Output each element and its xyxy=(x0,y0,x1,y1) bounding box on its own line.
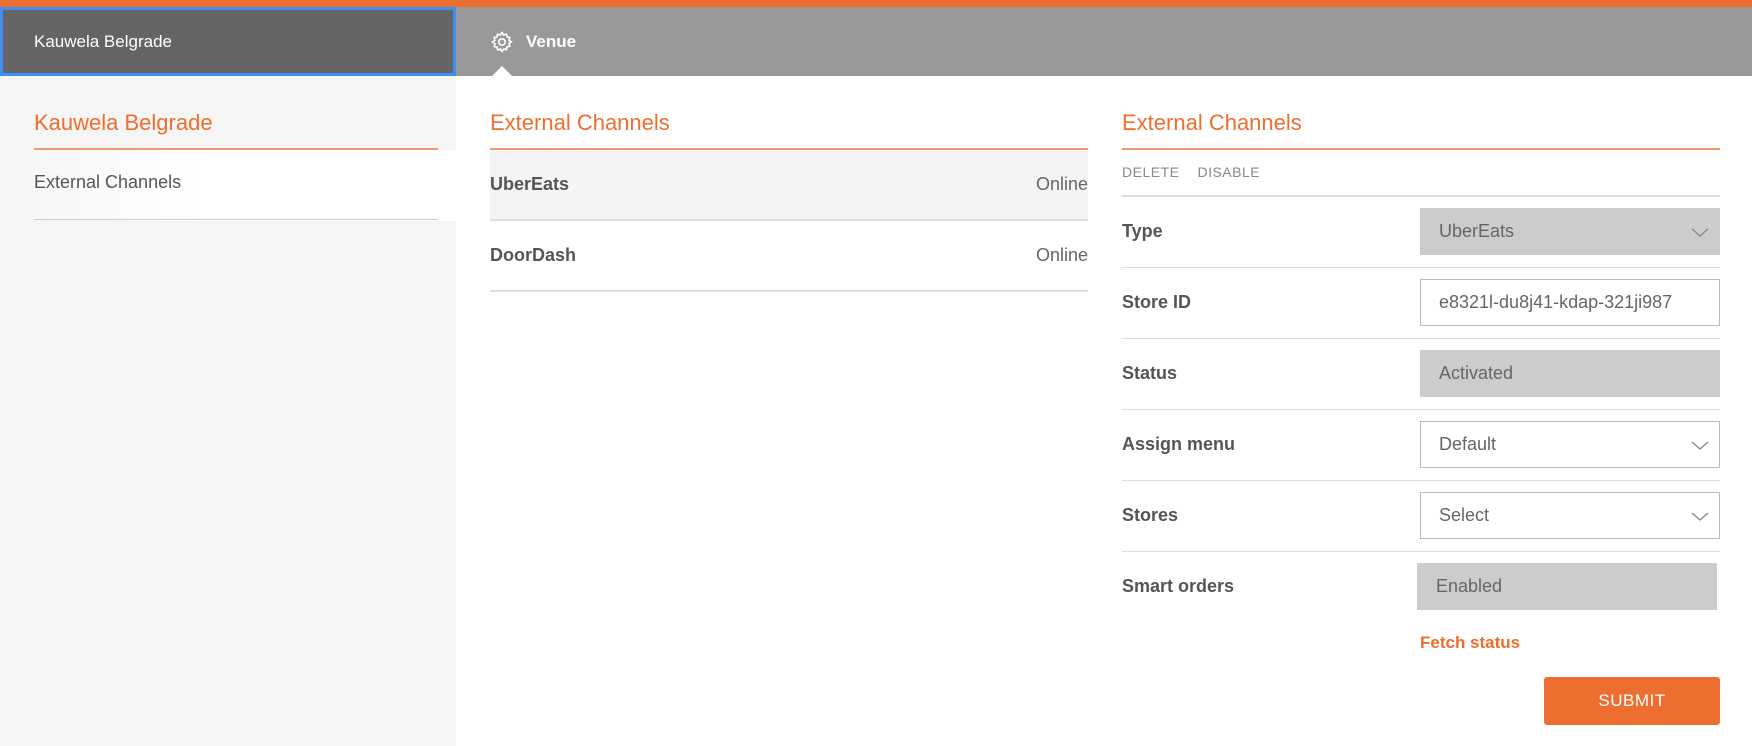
form-row-stores: Stores Select xyxy=(1122,481,1720,552)
channels-list-title: External Channels xyxy=(490,110,670,135)
form-row-store-id: Store ID e8321l-du8j41-kdap-321ji987 xyxy=(1122,268,1720,339)
fetch-status-link[interactable]: Fetch status xyxy=(1420,633,1520,653)
channel-status: Online xyxy=(1035,245,1088,265)
sidebar-item-divider xyxy=(34,219,438,220)
sidebar-item-label: External Channels xyxy=(34,172,182,192)
type-select[interactable]: UberEats xyxy=(1420,208,1720,255)
stores-select[interactable]: Select xyxy=(1420,492,1720,539)
assign-menu-select[interactable]: Default xyxy=(1420,421,1720,468)
smart-orders-field: Enabled xyxy=(1417,563,1717,610)
tab-venue-label: Venue xyxy=(526,31,577,51)
form-title: External Channels xyxy=(1122,110,1302,135)
chevron-down-icon xyxy=(1691,441,1709,450)
assign-menu-select-value: Default xyxy=(1439,434,1497,454)
form-actions: DELETE DISABLE xyxy=(1122,164,1260,180)
form-row-status: Status Activated xyxy=(1122,339,1720,410)
channel-status: Online xyxy=(1035,174,1088,194)
assign-menu-label: Assign menu xyxy=(1122,434,1236,454)
store-id-label: Store ID xyxy=(1122,292,1192,312)
gear-icon xyxy=(491,30,513,53)
stores-select-value: Select xyxy=(1439,505,1490,525)
submit-button[interactable]: SUBMIT xyxy=(1544,677,1720,725)
smart-orders-label: Smart orders xyxy=(1122,576,1235,596)
store-id-field[interactable]: e8321l-du8j41-kdap-321ji987 xyxy=(1420,279,1720,326)
form-row-assign-menu: Assign menu Default xyxy=(1122,410,1720,481)
delete-button[interactable]: DELETE xyxy=(1122,164,1179,180)
status-field: Activated xyxy=(1420,350,1720,397)
channel-name: DoorDash xyxy=(490,245,577,265)
chevron-down-icon xyxy=(1691,228,1709,237)
stores-label: Stores xyxy=(1122,505,1179,525)
channel-detail-form: External Channels DELETE DISABLE Type Ub… xyxy=(1122,76,1720,746)
sidebar-item-external-channels[interactable]: External Channels xyxy=(0,150,456,221)
channel-row-doordash[interactable]: DoorDash Online xyxy=(490,221,1088,292)
form-row-type: Type UberEats xyxy=(1122,197,1720,268)
channel-name: UberEats xyxy=(490,174,570,194)
form-title-divider xyxy=(1122,148,1720,150)
channel-row-ubereats[interactable]: UberEats Online xyxy=(490,150,1088,221)
chevron-down-icon xyxy=(1691,512,1709,521)
status-label: Status xyxy=(1122,363,1178,383)
top-accent-bar xyxy=(0,0,1752,7)
top-navigation-bar: Kauwela Belgrade Venue xyxy=(0,7,1752,76)
disable-button[interactable]: DISABLE xyxy=(1197,164,1260,180)
active-tab-indicator xyxy=(492,66,512,76)
type-select-value: UberEats xyxy=(1439,221,1515,241)
sidebar: Kauwela Belgrade External Channels xyxy=(0,76,456,746)
venue-switcher[interactable]: Kauwela Belgrade xyxy=(0,7,456,76)
form-row-smart-orders: Smart orders Enabled xyxy=(1122,552,1720,623)
type-label: Type xyxy=(1122,221,1163,241)
sidebar-title: Kauwela Belgrade xyxy=(34,110,213,135)
